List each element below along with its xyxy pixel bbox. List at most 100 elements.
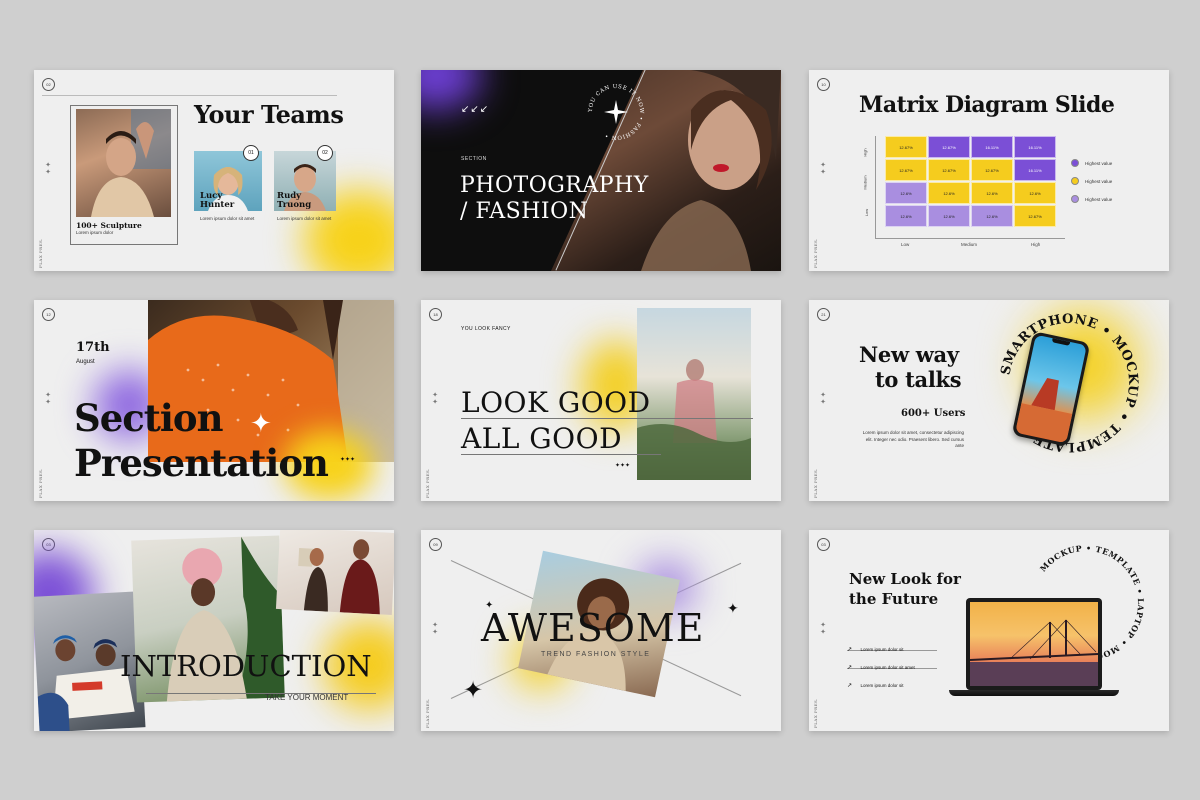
brand-vertical: FLAX PRES. — [813, 468, 818, 498]
slide-title: INTRODUCTION — [120, 649, 372, 683]
member-text-1: Lorem ipsum dolor sit amet — [200, 216, 255, 221]
brand-vertical: FLAX PRES. — [38, 468, 43, 498]
x-label-high: High — [1031, 242, 1041, 247]
arrows-icon: ↙↙↙ — [461, 104, 490, 115]
matrix-cell: 12.6% — [971, 182, 1013, 204]
body-text: Lorem ipsum dolor sit amet, consectetur … — [862, 430, 964, 448]
arrow-icon: ↗ — [847, 665, 853, 671]
matrix-cell: 12.67% — [928, 159, 970, 181]
star-icon — [604, 100, 628, 124]
matrix-cell: 12.67% — [928, 136, 970, 158]
laptop-base — [949, 690, 1119, 696]
matrix-cell: 12.67% — [971, 159, 1013, 181]
subtitle: TREND FASHION STYLE — [541, 651, 651, 658]
x-axis — [875, 238, 1065, 239]
sculpture-caption: Lorem ipsum dolor — [76, 230, 114, 235]
matrix-cell: 12.6% — [928, 205, 970, 227]
star-icon-small: ✦ — [485, 600, 494, 611]
slide-section-presentation[interactable]: 12 ✦ ✦ FLAX PRES. ✦ 17th August Section P… — [34, 300, 394, 501]
brand-vertical: FLAX PRES. — [425, 698, 430, 728]
sparkle-icon: ✦ ✦ — [432, 622, 438, 636]
list-item-label: Lorem ipsum dolor sit — [860, 647, 904, 652]
member-text-2: Lorem ipsum dolor sit amet — [277, 216, 332, 221]
title-line-2: to talks — [875, 367, 962, 392]
matrix-cell: 16.11% — [1014, 136, 1056, 158]
title-line-2: Presentation — [74, 441, 329, 485]
title-line-1: Section — [74, 396, 224, 440]
dots-icon: ✦✦✦ — [340, 457, 356, 463]
member-name-1: Lucy Hunter — [200, 191, 235, 210]
laptop-screen — [966, 598, 1102, 690]
laptop-display — [970, 602, 1098, 686]
matrix-cell: 12.67% — [885, 159, 927, 181]
matrix-cell: 12.6% — [885, 182, 927, 204]
slide-introduction[interactable]: 03 INTRODUCTION TAKE YOUR MOMENT — [34, 530, 394, 731]
matrix-cell: 16.11% — [1014, 159, 1056, 181]
brand-vertical: FLAX PRES. — [813, 238, 818, 268]
slide-awesome[interactable]: 09 ✦ ✦ FLAX PRES. AWESOME TREND FASHION S… — [421, 530, 781, 731]
y-axis — [875, 136, 876, 238]
slide-title: AWESOME — [481, 606, 705, 650]
date-day: 17th — [76, 340, 110, 355]
y-label-high: High — [862, 148, 868, 157]
page-number: 10 — [817, 78, 830, 91]
brand-vertical: FLAX PRES. — [813, 698, 818, 728]
matrix-cell: 12.6% — [885, 205, 927, 227]
sparkle-icon: ✦ ✦ — [820, 162, 826, 176]
sparkle-icon: ✦ ✦ — [820, 622, 826, 636]
matrix-cell: 12.6% — [1014, 182, 1056, 204]
matrix-cell: 12.67% — [1014, 205, 1056, 227]
arrow-icon: ↗ — [847, 683, 853, 689]
slide-laptop-mockup[interactable]: 03 ✦ ✦ FLAX PRES. MOCKUP • TEMPLATE • LAP… — [809, 530, 1169, 731]
matrix-cell: 12.6% — [971, 205, 1013, 227]
page-number: 18 — [429, 308, 442, 321]
title-line-1: LOOK GOOD — [461, 386, 651, 419]
matrix-cell: 12.6% — [928, 182, 970, 204]
member-badge-2: 02 — [317, 145, 333, 161]
list-item: ↗ Lorem ipsum dolor sit amet — [847, 656, 937, 671]
section-label: SECTION — [461, 156, 487, 162]
member-badge-1: 01 — [243, 145, 259, 161]
divider-line — [42, 95, 337, 96]
slide-look-good[interactable]: 18 ✦ ✦ FLAX PRES. YOU LOOK FANCY LOOK GOO… — [421, 300, 781, 501]
legend-dot-purple — [1071, 159, 1079, 167]
page-number: 21 — [817, 308, 830, 321]
page-number: 03 — [817, 538, 830, 551]
slide-title: Your Teams — [194, 100, 344, 129]
title-line-1: New way — [859, 342, 959, 367]
member-name-2: Rudy Truong — [277, 191, 312, 210]
sculpture-stat: 100+ Sculpture — [76, 221, 142, 230]
sparkle-icon: ✦ ✦ — [45, 392, 51, 406]
subtitle: TAKE YOUR MOMENT — [265, 693, 349, 702]
kicker-text: YOU LOOK FANCY — [461, 326, 511, 332]
brand-vertical: FLAX PRES. — [425, 468, 430, 498]
list-item: ↗ Lorem ipsum dolor sit — [847, 674, 937, 689]
legend-label-2: Highest value — [1085, 179, 1113, 184]
star-icon-right: ✦ — [727, 600, 739, 616]
x-label-low: Low — [901, 242, 910, 247]
title-line-1: New Look for — [849, 570, 961, 588]
list-item-label: Lorem ipsum dolor sit — [860, 683, 904, 688]
matrix-cell: 12.67% — [885, 136, 927, 158]
list-item-label: Lorem ipsum dolor sit amet — [860, 665, 915, 670]
sparkle-icon: ✦ ✦ — [45, 162, 51, 176]
slide-smartphone-mockup[interactable]: 21 ✦ ✦ FLAX PRES. New way to talks 600+ U… — [809, 300, 1169, 501]
title-line-1: PHOTOGRAPHY — [460, 173, 649, 198]
legend-dot-yellow — [1071, 177, 1079, 185]
matrix-cell: 16.11% — [971, 136, 1013, 158]
portrait-photo — [76, 109, 171, 217]
circular-text-badge: YOU CAN USE IT NOW • FASHION • — [588, 84, 644, 140]
slide-your-teams[interactable]: 02 ✦ ✦ FLAX PRES. 100+ Sculpture Lorem ip… — [34, 70, 394, 271]
star-icon-large: ✦ — [463, 677, 484, 704]
red-coat-figure — [298, 539, 380, 615]
red-coat-photo — [275, 530, 394, 615]
slide-matrix-diagram[interactable]: 10 ✦ ✦ FLAX PRES. Matrix Diagram Slide Hi… — [809, 70, 1169, 271]
bridge-sunset-scene — [970, 619, 1098, 686]
sparkle-star-icon: ✦ — [250, 408, 272, 438]
dots-icon: ✦✦✦ — [615, 463, 631, 469]
title-line-2: / FASHION — [460, 199, 589, 224]
page-number: 02 — [42, 78, 55, 91]
slide-photography-fashion[interactable]: YOU CAN USE IT NOW • FASHION • ↙↙↙ SECTI… — [421, 70, 781, 271]
legend-label-3: Highest value — [1085, 197, 1113, 202]
list-item: ↗ Lorem ipsum dolor sit — [847, 638, 937, 653]
